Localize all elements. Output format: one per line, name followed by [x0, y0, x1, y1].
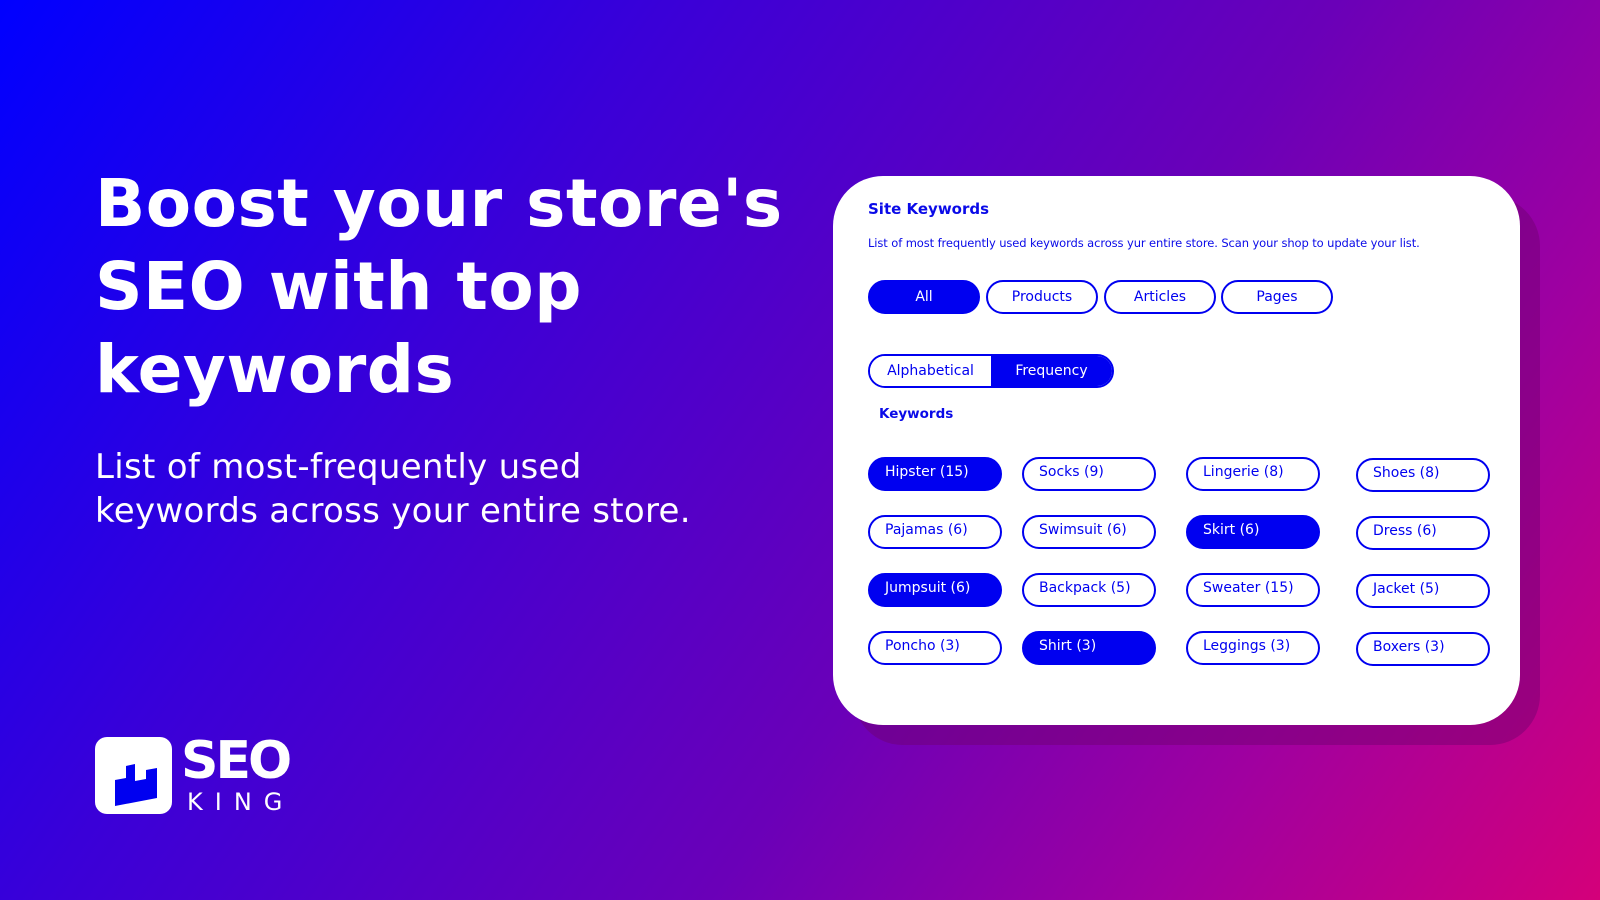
- keyword-chip[interactable]: Jumpsuit (6): [868, 573, 1002, 607]
- hero-headline: Boost your store's SEO with top keywords: [95, 162, 795, 411]
- subhead-line: List of most-frequently used: [95, 447, 582, 487]
- keyword-chip[interactable]: Dress (6): [1356, 516, 1490, 550]
- sort-frequency-button[interactable]: Frequency: [991, 356, 1112, 386]
- keyword-chip[interactable]: Sweater (15): [1186, 573, 1320, 607]
- keyword-chip[interactable]: Jacket (5): [1356, 574, 1490, 608]
- keyword-chip[interactable]: Boxers (3): [1356, 632, 1490, 666]
- keyword-chip[interactable]: Lingerie (8): [1186, 457, 1320, 491]
- keywords-heading: Keywords: [879, 406, 954, 422]
- keyword-chip[interactable]: Shirt (3): [1022, 631, 1156, 665]
- keyword-chip[interactable]: Shoes (8): [1356, 458, 1490, 492]
- keyword-chip[interactable]: Skirt (6): [1186, 515, 1320, 549]
- keyword-chip[interactable]: Poncho (3): [868, 631, 1002, 665]
- site-keywords-card: Site Keywords List of most frequently us…: [833, 176, 1520, 725]
- keyword-chip[interactable]: Swimsuit (6): [1022, 515, 1156, 549]
- keyword-chip[interactable]: Hipster (15): [868, 457, 1002, 491]
- subhead-line: keywords across your entire store.: [95, 491, 691, 531]
- filter-tab-products[interactable]: Products: [986, 280, 1098, 314]
- keyword-chip[interactable]: Backpack (5): [1022, 573, 1156, 607]
- seo-king-logo: SEO KING: [95, 731, 315, 817]
- filter-tab-articles[interactable]: Articles: [1104, 280, 1216, 314]
- sort-toggle: Alphabetical Frequency: [868, 354, 1114, 388]
- card-description: List of most frequently used keywords ac…: [868, 236, 1420, 250]
- hero-subhead: List of most-frequently used keywords ac…: [95, 445, 815, 533]
- headline-line: keywords: [95, 331, 455, 408]
- filter-tab-all[interactable]: All: [868, 280, 980, 314]
- crown-bars-icon: [95, 737, 172, 814]
- keyword-chip[interactable]: Leggings (3): [1186, 631, 1320, 665]
- sort-alphabetical-button[interactable]: Alphabetical: [870, 356, 991, 386]
- logo-word-seo: SEO: [181, 731, 292, 791]
- card-title: Site Keywords: [868, 200, 990, 218]
- keyword-chip[interactable]: Socks (9): [1022, 457, 1156, 491]
- filter-tab-pages[interactable]: Pages: [1221, 280, 1333, 314]
- keyword-chip[interactable]: Pajamas (6): [868, 515, 1002, 549]
- logo-word-king: KING: [187, 788, 295, 816]
- headline-line: SEO with top: [95, 248, 582, 325]
- headline-line: Boost your store's: [95, 165, 783, 242]
